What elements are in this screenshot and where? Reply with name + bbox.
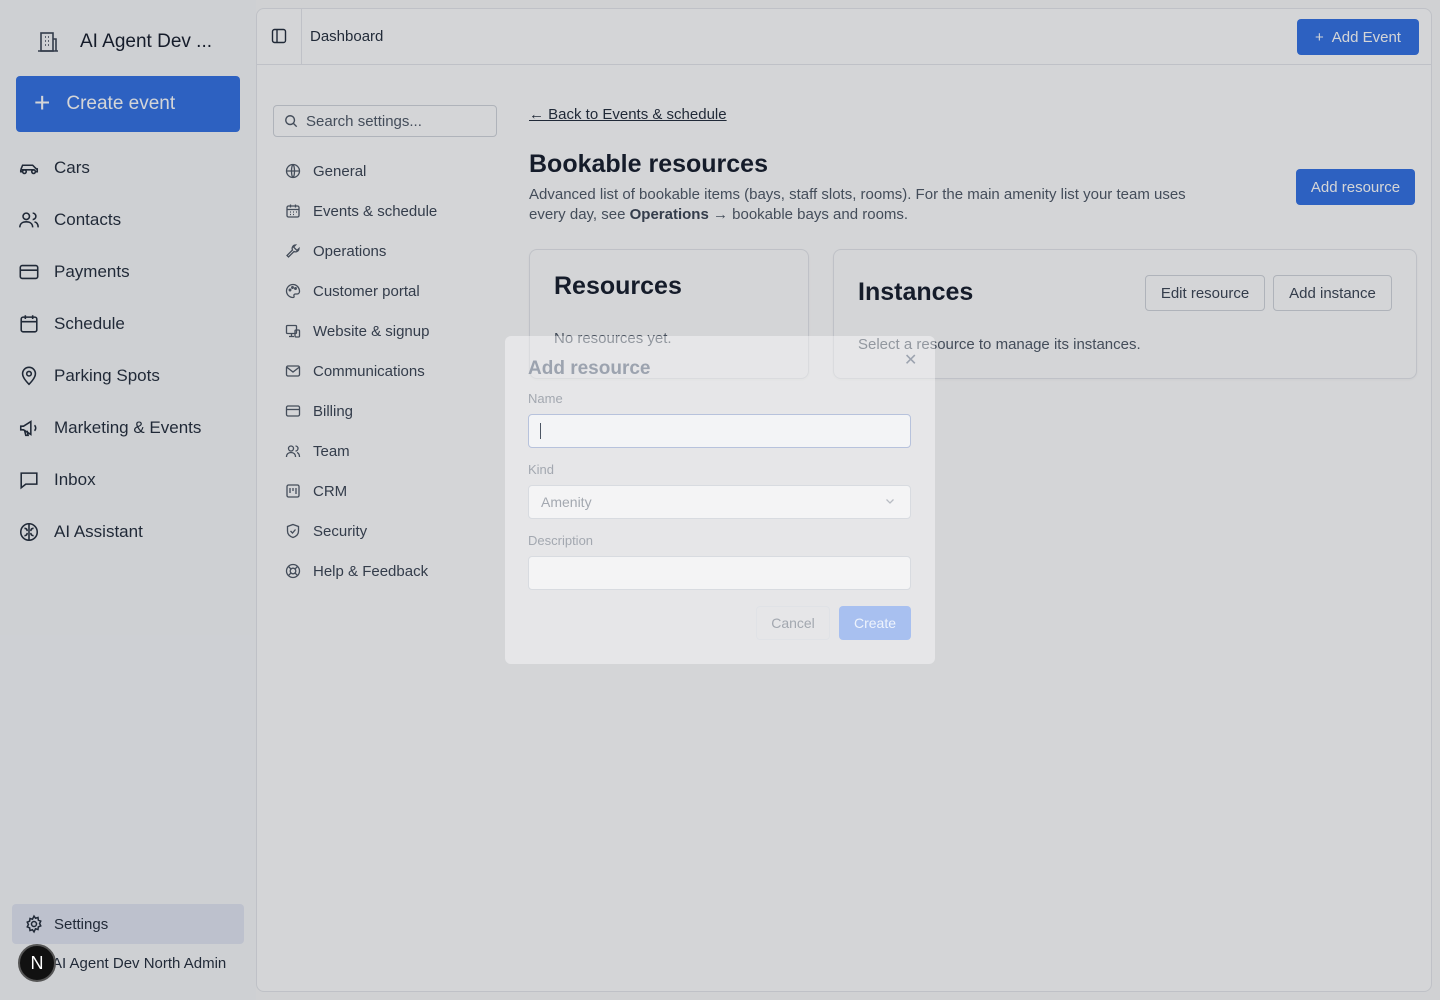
- chevron-down-icon: [886, 499, 894, 504]
- dialog-title: Add resource: [528, 358, 651, 379]
- cancel-button[interactable]: Cancel: [756, 606, 830, 640]
- kind-select[interactable]: Amenity: [528, 485, 911, 519]
- add-resource-dialog: Add resource ✕ Name Kind Amenity Descrip…: [505, 336, 935, 664]
- kind-value: Amenity: [541, 494, 592, 510]
- kind-label: Kind: [528, 462, 555, 477]
- avatar: N: [18, 944, 56, 982]
- name-input[interactable]: [528, 414, 911, 448]
- create-button[interactable]: Create: [839, 606, 911, 640]
- close-icon[interactable]: ✕: [904, 350, 917, 370]
- text-caret: [540, 423, 541, 439]
- description-input[interactable]: [528, 556, 911, 590]
- name-label: Name: [528, 391, 563, 406]
- description-label: Description: [528, 533, 594, 548]
